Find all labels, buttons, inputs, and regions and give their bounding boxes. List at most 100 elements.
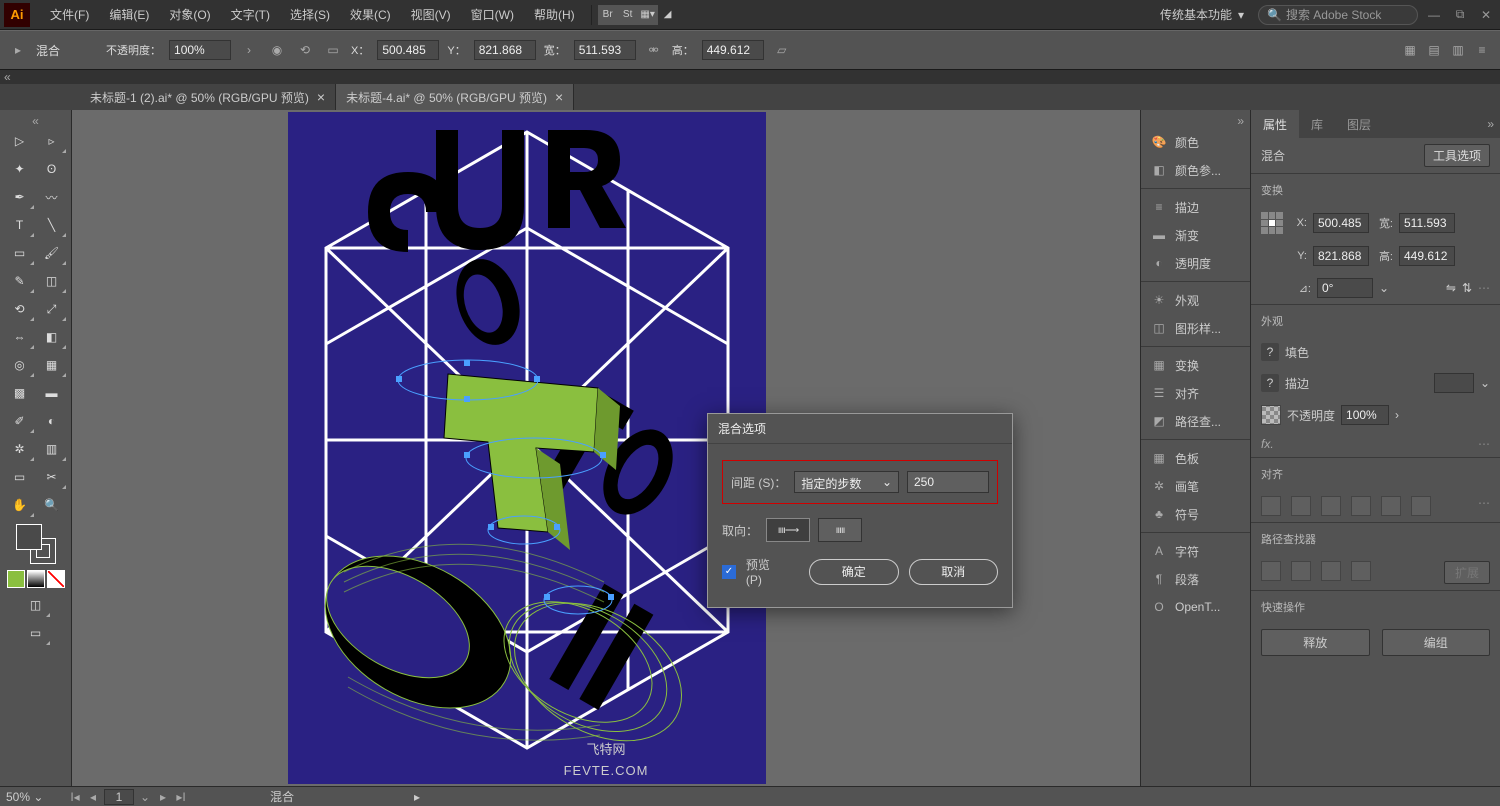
- dock-transform[interactable]: ▦变换: [1141, 351, 1250, 379]
- eraser-tool[interactable]: ◫: [37, 268, 67, 294]
- zoom-select[interactable]: 50% ⌄: [6, 790, 66, 804]
- rectangle-tool[interactable]: ▭: [5, 240, 35, 266]
- align-vcenter-icon[interactable]: [1381, 496, 1401, 516]
- spacing-input[interactable]: 250: [907, 471, 989, 493]
- page-dropdown-icon[interactable]: ⌄: [137, 789, 153, 805]
- ok-button[interactable]: 确定: [809, 559, 899, 585]
- align-hcenter-icon[interactable]: [1291, 496, 1311, 516]
- shaper-tool[interactable]: ✎: [5, 268, 35, 294]
- fill-stroke-swatch[interactable]: [16, 524, 56, 564]
- restore-window[interactable]: ⧉: [1450, 5, 1470, 25]
- properties-tab[interactable]: 属性: [1251, 110, 1299, 138]
- menu-select[interactable]: 选择(S): [280, 0, 340, 29]
- panel-collapse-icon[interactable]: »: [1487, 117, 1500, 131]
- color-mode[interactable]: [7, 570, 25, 588]
- first-page-icon[interactable]: I◂: [67, 789, 83, 805]
- document-tab-2[interactable]: 未标题-4.ai* @ 50% (RGB/GPU 预览) ×: [336, 84, 574, 110]
- align-top-icon[interactable]: [1351, 496, 1371, 516]
- prop-x-input[interactable]: 500.485: [1313, 213, 1369, 233]
- none-mode[interactable]: [47, 570, 65, 588]
- selection-tool[interactable]: ▷: [5, 128, 35, 154]
- expand-dock-icon[interactable]: »: [1141, 114, 1250, 128]
- shape-icon[interactable]: ▱: [772, 40, 792, 60]
- gpu-icon[interactable]: ◢: [658, 5, 678, 25]
- zoom-tool[interactable]: 🔍: [37, 492, 67, 518]
- status-menu-icon[interactable]: ▸: [414, 790, 420, 804]
- x-input[interactable]: 500.485: [377, 40, 439, 60]
- menu-edit[interactable]: 编辑(E): [99, 0, 159, 29]
- prop-opacity-input[interactable]: 100%: [1341, 405, 1389, 425]
- intersect-icon[interactable]: [1321, 561, 1341, 581]
- dock-character[interactable]: A字符: [1141, 537, 1250, 565]
- pen-tool[interactable]: ✒: [5, 184, 35, 210]
- stock-icon[interactable]: St: [618, 5, 638, 25]
- dock-symbols[interactable]: ♣符号: [1141, 500, 1250, 528]
- libraries-tab[interactable]: 库: [1299, 110, 1335, 138]
- document-tab-1[interactable]: 未标题-1 (2).ai* @ 50% (RGB/GPU 预览) ×: [80, 84, 336, 110]
- unite-icon[interactable]: [1261, 561, 1281, 581]
- workspace-select[interactable]: 传统基本功能▾: [1152, 5, 1252, 25]
- dock-align[interactable]: ☰对齐: [1141, 379, 1250, 407]
- scale-tool[interactable]: ⤢: [37, 296, 67, 322]
- orient-page-button[interactable]: ıııı⟶: [766, 518, 810, 542]
- close-tab-icon[interactable]: ×: [555, 89, 563, 105]
- close-tab-icon[interactable]: ×: [317, 89, 325, 105]
- dock-graphic-styles[interactable]: ◫图形样...: [1141, 314, 1250, 342]
- bridge-icon[interactable]: Br: [598, 5, 618, 25]
- h-input[interactable]: 449.612: [702, 40, 764, 60]
- blend-tool[interactable]: ◐: [37, 408, 67, 434]
- flip-h-icon[interactable]: ⇋: [1446, 281, 1456, 295]
- graph-tool[interactable]: ▥: [37, 436, 67, 462]
- rotate-tool[interactable]: ⟲: [5, 296, 35, 322]
- menu-file[interactable]: 文件(F): [40, 0, 99, 29]
- dock-appearance[interactable]: ☀外观: [1141, 286, 1250, 314]
- reference-point[interactable]: [1261, 212, 1283, 234]
- type-tool[interactable]: T: [5, 212, 35, 238]
- recolor-icon[interactable]: ⟲: [295, 40, 315, 60]
- chevron-icon[interactable]: ›: [239, 40, 259, 60]
- collapse-icon[interactable]: «: [2, 114, 69, 128]
- page-input[interactable]: 1: [104, 789, 134, 805]
- lasso-tool[interactable]: ʘ: [37, 156, 67, 182]
- menu-window[interactable]: 窗口(W): [461, 0, 524, 29]
- preview-checkbox[interactable]: ✓: [722, 565, 736, 579]
- menu-effect[interactable]: 效果(C): [340, 0, 401, 29]
- dock-opentype[interactable]: OOpenT...: [1141, 593, 1250, 621]
- w-input[interactable]: 511.593: [574, 40, 636, 60]
- dock-gradient[interactable]: ▬渐变: [1141, 221, 1250, 249]
- curvature-tool[interactable]: 〰: [37, 184, 67, 210]
- fill-swatch[interactable]: [16, 524, 42, 550]
- menu-type[interactable]: 文字(T): [221, 0, 280, 29]
- panel-ic1[interactable]: ▦: [1400, 40, 1420, 60]
- tool-options-button[interactable]: 工具选项: [1424, 144, 1490, 167]
- hand-tool[interactable]: ✋: [5, 492, 35, 518]
- next-page-icon[interactable]: ▸: [155, 789, 171, 805]
- stroke-unknown-icon[interactable]: ?: [1261, 374, 1279, 392]
- screen-mode[interactable]: ▭: [21, 620, 51, 646]
- line-tool[interactable]: ╲: [37, 212, 67, 238]
- dock-brushes[interactable]: ✲画笔: [1141, 472, 1250, 500]
- brush-tool[interactable]: 🖌: [37, 240, 67, 266]
- opacity-input[interactable]: 100%: [169, 40, 231, 60]
- width-tool[interactable]: ⇔: [5, 324, 35, 350]
- menu-view[interactable]: 视图(V): [401, 0, 461, 29]
- prev-page-icon[interactable]: ◂: [85, 789, 101, 805]
- orient-path-button[interactable]: ııııı: [818, 518, 862, 542]
- collapse-icon[interactable]: «: [4, 70, 10, 84]
- symbol-sprayer-tool[interactable]: ✲: [5, 436, 35, 462]
- search-input[interactable]: 🔍搜索 Adobe Stock: [1258, 5, 1418, 25]
- close-window[interactable]: ✕: [1476, 5, 1496, 25]
- free-transform-tool[interactable]: ◧: [37, 324, 67, 350]
- prop-h-input[interactable]: 449.612: [1399, 246, 1455, 266]
- slice-tool[interactable]: ✂: [37, 464, 67, 490]
- dock-transparency[interactable]: ◐透明度: [1141, 249, 1250, 277]
- release-button[interactable]: 释放: [1261, 629, 1370, 656]
- panel-ic2[interactable]: ▤: [1424, 40, 1444, 60]
- cancel-button[interactable]: 取消: [909, 559, 999, 585]
- dock-swatches[interactable]: ▦色板: [1141, 444, 1250, 472]
- align-icon[interactable]: ▭: [323, 40, 343, 60]
- layers-tab[interactable]: 图层: [1335, 110, 1383, 138]
- align-bottom-icon[interactable]: [1411, 496, 1431, 516]
- dock-pathfinder[interactable]: ◩路径查...: [1141, 407, 1250, 435]
- panel-ic3[interactable]: ▥: [1448, 40, 1468, 60]
